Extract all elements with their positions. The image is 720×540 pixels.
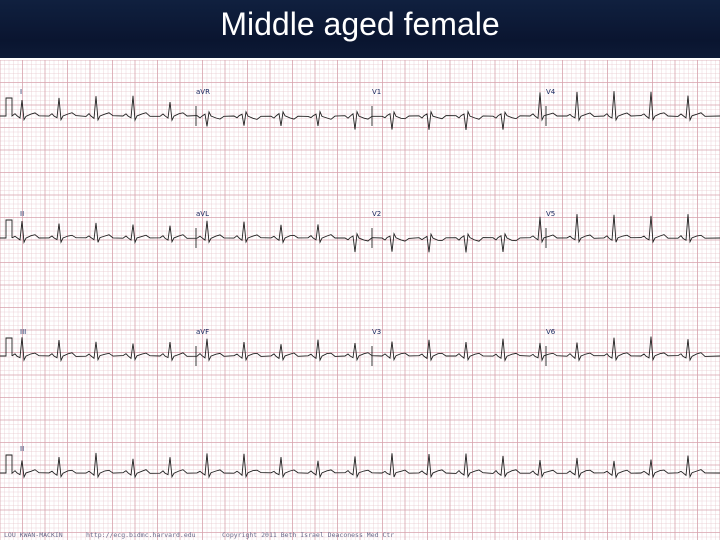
- lead-label-avr: aVR: [196, 88, 210, 96]
- lead-label-v6: V6: [546, 328, 556, 336]
- lead-label-v4: V4: [546, 88, 556, 96]
- lead-label-avf: aVF: [196, 328, 209, 336]
- lead-label-ii-rhythm: II: [20, 445, 24, 453]
- lead-label-v3: V3: [372, 328, 381, 336]
- lead-label-v5: V5: [546, 210, 555, 218]
- footer-middle: http://ecg.bidmc.harvard.edu: [86, 531, 196, 539]
- lead-label-avl: aVL: [196, 210, 209, 218]
- ecg-tracing: IaVR V1 V4 II aVL V2 V5 III aVF V3 V6 II LOU KWAN-M…: [0, 60, 720, 540]
- slide-title: Middle aged female: [220, 6, 500, 42]
- lead-label-i: I: [20, 88, 22, 96]
- lead-label-v1: V1: [372, 88, 381, 96]
- footer-left: LOU KWAN-MACKIN: [4, 531, 63, 539]
- lead-label-ii: II: [20, 210, 24, 218]
- lead-label-v2: V2: [372, 210, 381, 218]
- lead-label-iii: III: [20, 328, 26, 336]
- footer-right: Copyright 2011 Beth Israel Deaconess Med…: [222, 531, 394, 539]
